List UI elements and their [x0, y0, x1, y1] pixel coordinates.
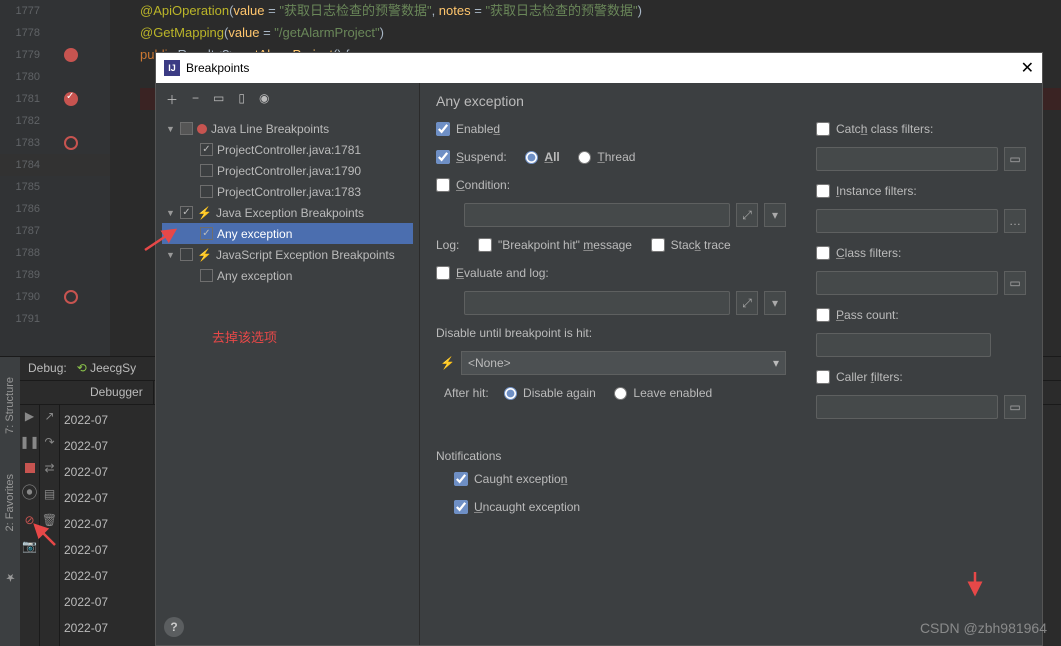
debugger-tab[interactable]: Debugger — [80, 381, 154, 404]
catch-filter-field[interactable] — [816, 147, 998, 171]
log-hit-checkbox[interactable] — [478, 238, 492, 252]
leave-enabled-label: Leave enabled — [633, 386, 712, 400]
tree-group[interactable]: ▼Java Line Breakpoints — [162, 118, 413, 139]
condition-checkbox[interactable] — [436, 178, 450, 192]
tree-item[interactable]: ProjectController.java:1790 — [162, 160, 413, 181]
chevron-down-icon: ▾ — [773, 356, 779, 370]
browse-icon[interactable]: ▭ — [1004, 271, 1026, 295]
group-by-pkg-icon[interactable]: ◉ — [259, 91, 269, 108]
dialog-titlebar: IJ Breakpoints ✕ — [156, 53, 1042, 83]
frames-list[interactable]: 2022-072022-072022-072022-072022-072022-… — [60, 405, 160, 646]
star-icon: ★ — [4, 571, 17, 584]
breakpoints-dialog: IJ Breakpoints ✕ ＋ − ▭ ▯ ◉ ▼Java Line Bre… — [155, 52, 1043, 646]
breakpoints-tree: ＋ − ▭ ▯ ◉ ▼Java Line BreakpointsProjectC… — [156, 83, 420, 645]
caller-filter-label: Caller filters: — [836, 370, 903, 384]
tree-item[interactable]: ProjectController.java:1783 — [162, 181, 413, 202]
browse-icon[interactable]: ▭ — [1004, 395, 1026, 419]
help-icon[interactable]: ? — [164, 617, 184, 637]
caught-label: Caught exception — [474, 472, 567, 486]
disable-until-label: Disable until breakpoint is hit: — [436, 326, 592, 340]
after-hit-label: After hit: — [444, 386, 489, 400]
caught-checkbox[interactable] — [454, 472, 468, 486]
watermark: CSDN @zbh981964 — [920, 620, 1047, 636]
camera-icon[interactable]: 📷 — [23, 539, 37, 553]
enabled-checkbox[interactable] — [436, 122, 450, 136]
suspend-all-label: All — [544, 150, 559, 164]
add-icon[interactable]: ＋ — [166, 91, 178, 108]
tree-group[interactable]: ▼⚡Java Exception Breakpoints — [162, 202, 413, 223]
debug-step-toolbar: ↗ ↷ ⇄ ▤ 🗑 — [40, 405, 60, 646]
log-stack-checkbox[interactable] — [651, 238, 665, 252]
close-icon[interactable]: ✕ — [1021, 58, 1034, 78]
favorites-tab[interactable]: 2: Favorites — [4, 474, 16, 531]
show-exec-icon[interactable]: ↗ — [43, 409, 57, 423]
instance-filter-checkbox[interactable] — [816, 184, 830, 198]
tree-item[interactable]: ProjectController.java:1781 — [162, 139, 413, 160]
gutter: 1777177817791780178117821783178417851786… — [0, 0, 110, 360]
pass-count-field[interactable] — [816, 333, 991, 357]
group-by-file-icon[interactable]: ▭ — [213, 91, 224, 108]
expand-icon[interactable]: ⤢ — [736, 203, 758, 227]
tree-item[interactable]: Any exception — [162, 223, 413, 244]
chevron-down-icon[interactable]: ▾ — [764, 291, 786, 315]
resume-icon[interactable]: ▶ — [23, 409, 37, 423]
caller-filter-checkbox[interactable] — [816, 370, 830, 384]
debug-run-toolbar: ▶ ❚❚ ⦿ ⊘ 📷 — [20, 405, 40, 646]
class-filter-label: Class filters: — [836, 246, 901, 260]
annotation-text: 去掉该选项 — [212, 327, 277, 346]
log-hit-label: "Breakpoint hit" message — [498, 238, 632, 252]
enabled-label: Enabled — [456, 122, 500, 136]
suspend-thread-label: Thread — [597, 150, 635, 164]
log-stack-label: Stack trace — [671, 238, 731, 252]
suspend-thread-radio[interactable] — [578, 151, 591, 164]
tree-group[interactable]: ▼⚡JavaScript Exception Breakpoints — [162, 244, 413, 265]
class-filter-field[interactable] — [816, 271, 998, 295]
dialog-title: Breakpoints — [186, 61, 249, 75]
pause-icon[interactable]: ❚❚ — [23, 435, 37, 449]
pass-count-label: Pass count: — [836, 308, 899, 322]
evaluate-field[interactable] — [464, 291, 730, 315]
condition-label: Condition: — [456, 178, 510, 192]
suspend-label: Suspend: — [456, 150, 507, 164]
more-icon[interactable]: … — [1004, 209, 1026, 233]
intellij-icon: IJ — [164, 60, 180, 76]
catch-filter-label: Catch class filters: — [836, 122, 933, 136]
leave-enabled-radio[interactable] — [614, 387, 627, 400]
detail-title: Any exception — [436, 93, 1026, 109]
step-into-icon[interactable]: ⇄ — [43, 461, 57, 475]
disable-again-label: Disable again — [523, 386, 596, 400]
remove-icon[interactable]: − — [192, 91, 199, 108]
evaluate-label: Evaluate and log: — [456, 266, 549, 280]
step-over-icon[interactable]: ↷ — [43, 435, 57, 449]
stop-icon[interactable] — [23, 461, 37, 475]
expand-icon[interactable]: ⤢ — [736, 291, 758, 315]
suspend-checkbox[interactable] — [436, 150, 450, 164]
view-breakpoints-icon[interactable]: ⦿ — [23, 487, 37, 501]
structure-tab[interactable]: 7: Structure — [4, 377, 16, 434]
mute-breakpoints-icon[interactable]: ⊘ — [23, 513, 37, 527]
catch-filter-checkbox[interactable] — [816, 122, 830, 136]
instance-filter-field[interactable] — [816, 209, 998, 233]
evaluate-checkbox[interactable] — [436, 266, 450, 280]
print-icon[interactable]: 🗑 — [43, 513, 57, 527]
disable-again-radio[interactable] — [504, 387, 517, 400]
suspend-all-radio[interactable] — [525, 151, 538, 164]
group-by-class-icon[interactable]: ▯ — [238, 91, 245, 108]
condition-field[interactable] — [464, 203, 730, 227]
calculator-icon[interactable]: ▤ — [43, 487, 57, 501]
log-label: Log: — [436, 238, 459, 252]
uncaught-checkbox[interactable] — [454, 500, 468, 514]
tree-item[interactable]: Any exception — [162, 265, 413, 286]
pass-count-checkbox[interactable] — [816, 308, 830, 322]
uncaught-label: Uncaught exception — [474, 500, 580, 514]
notifications-title: Notifications — [436, 449, 1026, 463]
side-tool-tabs[interactable]: 7: Structure 2: Favorites ★ — [0, 357, 20, 646]
instance-filter-label: Instance filters: — [836, 184, 917, 198]
caller-filter-field[interactable] — [816, 395, 998, 419]
disable-until-select[interactable]: <None>▾ — [461, 351, 786, 375]
browse-icon[interactable]: ▭ — [1004, 147, 1026, 171]
class-filter-checkbox[interactable] — [816, 246, 830, 260]
chevron-down-icon[interactable]: ▾ — [764, 203, 786, 227]
breakpoint-detail: Any exception Enabled Suspend: All Threa… — [420, 83, 1042, 645]
